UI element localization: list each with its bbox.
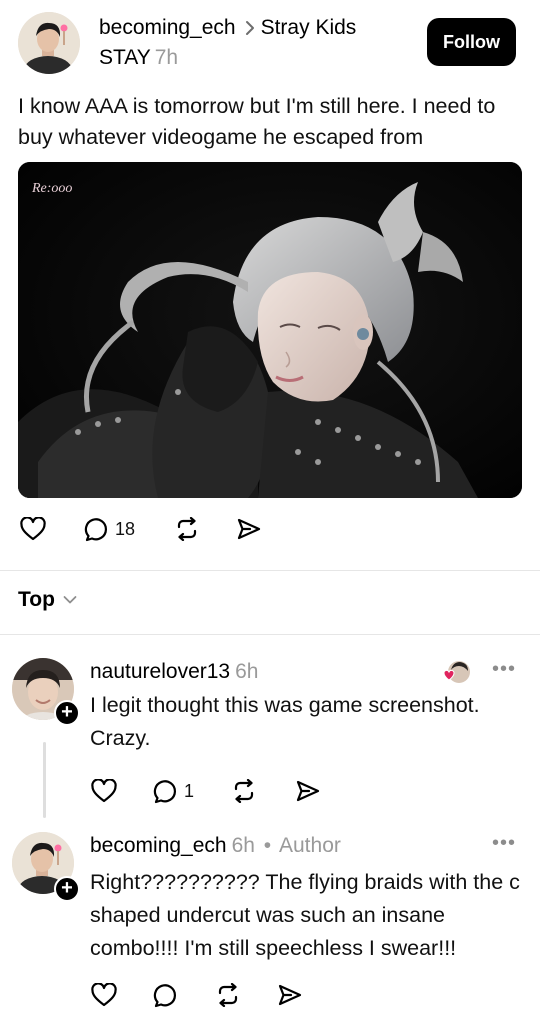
community-name-line2[interactable]: STAY (99, 46, 151, 69)
more-options-icon[interactable]: ••• (492, 658, 516, 681)
comment-actions (91, 982, 303, 1008)
comment-time: 6h (231, 834, 255, 857)
heart-icon (20, 517, 46, 541)
repost-icon (231, 779, 257, 803)
post-time: 7h (154, 46, 179, 69)
comment-time: 6h (235, 660, 259, 683)
thread-line (43, 742, 46, 818)
comment-item: + nauturelover13 6h ••• I legit thought t… (0, 658, 540, 818)
repost-icon (215, 983, 241, 1007)
like-button[interactable] (20, 517, 84, 541)
comment-username[interactable]: becoming_ech (90, 834, 227, 857)
comment-actions: 1 (91, 778, 321, 804)
author-label: Author (279, 834, 341, 857)
post-meta: becoming_ech Stray Kids STAY 7h (99, 14, 356, 72)
repost-button[interactable] (231, 779, 295, 803)
repost-button[interactable] (215, 983, 277, 1007)
reply-count: 1 (184, 780, 195, 801)
comment-text: Right?????????? The flying braids with t… (90, 870, 520, 960)
image-watermark: Re:ooo (31, 181, 72, 196)
post-header: becoming_ech Stray Kids STAY 7h Follow (18, 12, 522, 76)
reply-button[interactable]: 1 (153, 778, 231, 804)
send-icon (236, 517, 262, 541)
community-name[interactable]: Stray Kids (261, 14, 357, 42)
repost-icon (174, 517, 200, 541)
share-button[interactable] (236, 517, 262, 541)
post-text: I know AAA is tomorrow but I'm still her… (18, 94, 496, 149)
comment-icon (153, 982, 179, 1008)
avatar[interactable] (18, 12, 80, 74)
divider (0, 634, 540, 635)
divider (0, 570, 540, 571)
like-button[interactable] (91, 983, 153, 1007)
comment-icon (84, 516, 110, 542)
follow-plus-button[interactable]: + (54, 700, 80, 726)
post-image[interactable]: Re:ooo (18, 162, 522, 498)
heart-icon (91, 779, 117, 803)
comment-icon (153, 778, 179, 804)
post-actions: 18 (20, 516, 262, 542)
comment-text: I legit thought this was game screenshot… (90, 693, 480, 750)
share-button[interactable] (277, 983, 303, 1007)
sort-label: Top (18, 588, 55, 611)
send-icon (277, 983, 303, 1007)
comment-item: + becoming_ech 6h • Author ••• Right?????… (0, 832, 540, 1012)
comment-username[interactable]: nauturelover13 (90, 660, 230, 683)
liked-by-author-avatar (443, 660, 470, 686)
heart-icon (91, 983, 117, 1007)
chevron-right-icon (245, 20, 255, 36)
reply-button[interactable] (153, 982, 215, 1008)
sort-dropdown[interactable]: Top (18, 588, 77, 612)
chevron-down-icon (63, 595, 77, 605)
comment-meta: nauturelover13 6h (90, 658, 258, 686)
comment-meta: becoming_ech 6h • Author (90, 832, 341, 860)
reply-count: 18 (115, 518, 136, 539)
repost-button[interactable] (174, 517, 236, 541)
post-username[interactable]: becoming_ech (99, 14, 236, 42)
like-button[interactable] (91, 779, 153, 803)
follow-plus-button[interactable]: + (54, 876, 80, 902)
reply-button[interactable]: 18 (84, 516, 174, 542)
more-options-icon[interactable]: ••• (492, 832, 516, 855)
share-button[interactable] (295, 779, 321, 803)
follow-button[interactable]: Follow (427, 18, 516, 66)
meta-separator: • (263, 834, 272, 857)
send-icon (295, 779, 321, 803)
